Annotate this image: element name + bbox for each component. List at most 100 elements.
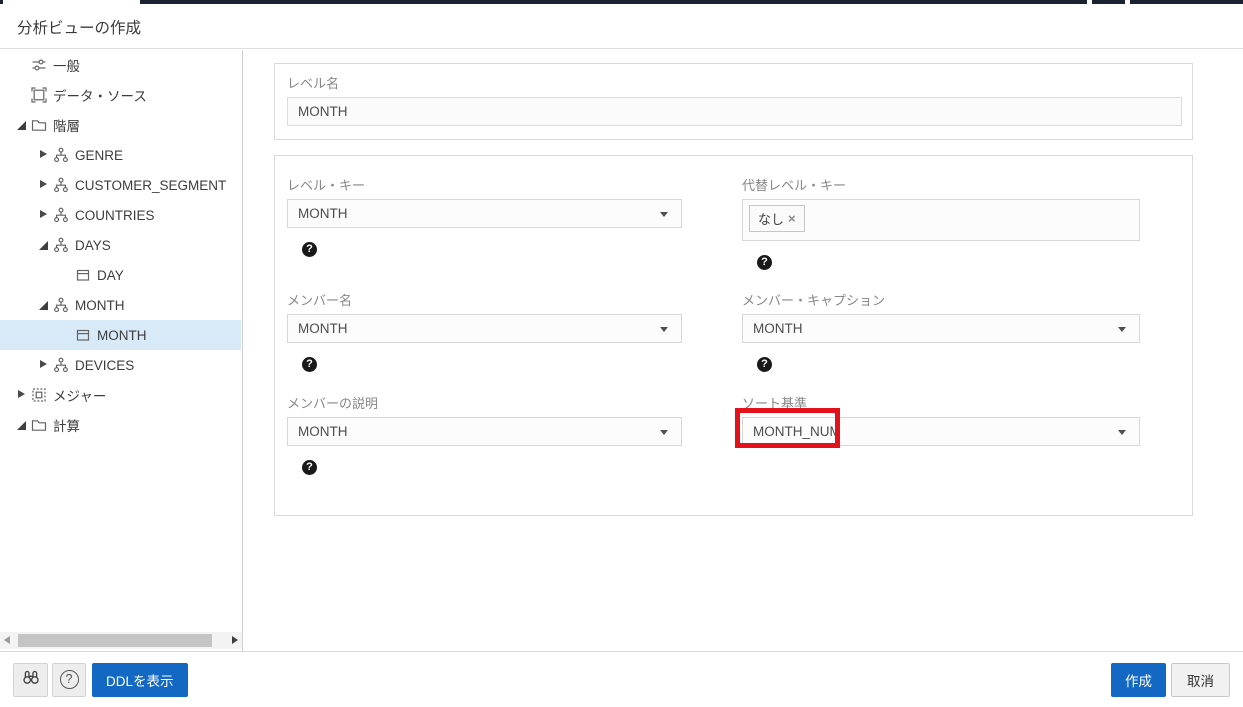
level-name-input[interactable] (287, 97, 1182, 126)
tree-item-label: MONTH (75, 298, 125, 313)
chip-label: なし (758, 209, 784, 228)
hierarchy-icon (53, 147, 70, 163)
sliders-icon (31, 57, 48, 73)
tree-item--[interactable]: 計算 (0, 410, 241, 440)
tree-item-label: データ・ソース (53, 85, 147, 105)
folder-icon (31, 417, 48, 433)
create-button[interactable]: 作成 (1111, 663, 1166, 697)
field-alternate-level-key: 代替レベル・キー なし × ? (742, 178, 1140, 270)
help-icon[interactable]: ? (302, 357, 317, 372)
member-name-value: MONTH (298, 321, 348, 336)
collapse-toggle-icon[interactable] (38, 300, 53, 310)
member-name-select[interactable]: MONTH (287, 314, 682, 343)
tree-item-month[interactable]: MONTH (0, 320, 241, 350)
scroll-left-icon[interactable] (4, 636, 10, 644)
field-level-key: レベル・キー MONTH ? (287, 178, 682, 257)
folder-icon (31, 117, 48, 133)
dropdown-arrow-icon (1118, 430, 1126, 435)
member-description-select[interactable]: MONTH (287, 417, 682, 446)
member-description-label: メンバーの説明 (287, 396, 682, 411)
field-member-caption: メンバー・キャプション MONTH ? (742, 293, 1140, 372)
expand-toggle-icon[interactable] (16, 390, 31, 400)
data-source-icon (31, 87, 48, 103)
sort-by-select[interactable]: MONTH_NUM (742, 417, 1140, 446)
tree-item--[interactable]: メジャー (0, 380, 241, 410)
chip-remove-icon[interactable]: × (788, 211, 796, 226)
dropdown-arrow-icon (660, 327, 668, 332)
dialog-title: 分析ビューの作成 (17, 16, 141, 38)
field-member-name: メンバー名 MONTH ? (287, 293, 682, 372)
binoculars-icon (21, 667, 41, 692)
tree-item-label: MONTH (97, 328, 147, 343)
dialog-header: 分析ビューの作成 (0, 4, 1243, 49)
show-ddl-button[interactable]: DDLを表示 (92, 663, 188, 697)
find-button[interactable] (13, 663, 48, 697)
tree-item-day[interactable]: DAY (0, 260, 241, 290)
chip-none[interactable]: なし × (749, 205, 805, 232)
level-key-select[interactable]: MONTH (287, 199, 682, 228)
tree-item-label: 計算 (53, 415, 80, 435)
expand-toggle-icon[interactable] (38, 210, 53, 220)
twisty-spacer (60, 270, 75, 280)
sort-by-value: MONTH_NUM (753, 424, 841, 439)
level-name-label: レベル名 (287, 76, 1182, 91)
field-member-description: メンバーの説明 MONTH ? (287, 396, 682, 475)
tree-item-label: 階層 (53, 115, 80, 135)
level-icon (75, 327, 92, 343)
tree-item-month[interactable]: MONTH (0, 290, 241, 320)
tree-item-label: GENRE (75, 148, 123, 163)
tree-item-devices[interactable]: DEVICES (0, 350, 241, 380)
level-attributes-panel: レベル・キー MONTH ? 代替レベル・キー なし × ? メンバー (274, 155, 1193, 516)
tree-item-label: COUNTRIES (75, 208, 155, 223)
tree-item-days[interactable]: DAYS (0, 230, 241, 260)
collapse-toggle-icon[interactable] (16, 120, 31, 130)
tree-item-genre[interactable]: GENRE (0, 140, 241, 170)
tree-item--[interactable]: データ・ソース (0, 80, 241, 110)
collapse-toggle-icon[interactable] (38, 240, 53, 250)
member-caption-select[interactable]: MONTH (742, 314, 1140, 343)
expand-toggle-icon[interactable] (38, 150, 53, 160)
dropdown-arrow-icon (1118, 327, 1126, 332)
scroll-right-icon[interactable] (232, 636, 238, 644)
member-name-label: メンバー名 (287, 293, 682, 308)
scrollbar-thumb[interactable] (18, 634, 212, 647)
expand-toggle-icon[interactable] (38, 360, 53, 370)
alternate-level-key-multiselect[interactable]: なし × (742, 199, 1140, 241)
tree-item-label: 一般 (53, 55, 80, 75)
help-icon[interactable]: ? (302, 460, 317, 475)
hierarchy-icon (53, 177, 70, 193)
level-name-panel: レベル名 (274, 63, 1193, 140)
collapse-toggle-icon[interactable] (16, 420, 31, 430)
member-caption-value: MONTH (753, 321, 803, 336)
field-sort-by: ソート基準 MONTH_NUM (742, 396, 1140, 446)
cancel-button[interactable]: 取消 (1171, 663, 1230, 697)
member-caption-label: メンバー・キャプション (742, 293, 1140, 308)
twisty-spacer (16, 60, 31, 70)
help-button[interactable]: ? (52, 663, 86, 697)
measures-icon (31, 387, 48, 403)
tree-item--[interactable]: 一般 (0, 50, 241, 80)
tree-item-label: DEVICES (75, 358, 134, 373)
tree-item-label: メジャー (53, 385, 106, 405)
help-icon[interactable]: ? (302, 242, 317, 257)
tree-item-label: DAY (97, 268, 124, 283)
expand-toggle-icon[interactable] (38, 180, 53, 190)
dropdown-arrow-icon (660, 212, 668, 217)
twisty-spacer (60, 330, 75, 340)
tree-item-customer_segment[interactable]: CUSTOMER_SEGMENT (0, 170, 241, 200)
horizontal-scrollbar[interactable] (0, 632, 242, 649)
level-key-label: レベル・キー (287, 178, 682, 193)
help-icon[interactable]: ? (757, 255, 772, 270)
tree-item-countries[interactable]: COUNTRIES (0, 200, 241, 230)
alternate-level-key-label: 代替レベル・キー (742, 178, 1140, 193)
hierarchy-icon (53, 357, 70, 373)
sort-by-label: ソート基準 (742, 396, 1140, 411)
hierarchy-icon (53, 237, 70, 253)
sidebar: 一般 データ・ソース 階層 GENRE CUSTOMER_SEGMENT COU… (0, 50, 243, 651)
help-icon[interactable]: ? (757, 357, 772, 372)
hierarchy-icon (53, 297, 70, 313)
navigation-tree: 一般 データ・ソース 階層 GENRE CUSTOMER_SEGMENT COU… (0, 50, 241, 440)
member-description-value: MONTH (298, 424, 348, 439)
create-analytic-view-dialog: 分析ビューの作成 一般 データ・ソース 階層 GENRE CUSTOMER_SE… (0, 0, 1243, 707)
tree-item--[interactable]: 階層 (0, 110, 241, 140)
